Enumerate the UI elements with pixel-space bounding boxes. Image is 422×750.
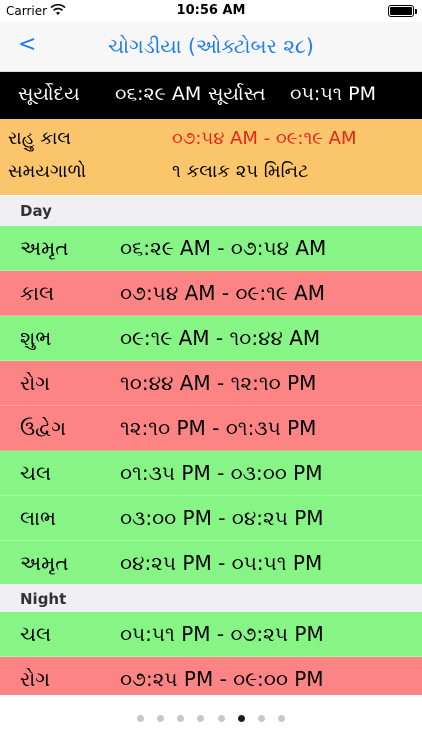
- page-dot[interactable]: [277, 715, 285, 722]
- day-row-4[interactable]: રોગ ૧૦:૪૪ AM - ૧૨:૧૦ PM: [0, 361, 422, 406]
- choghadiya-name: ચલ: [20, 622, 52, 646]
- day-row-3[interactable]: શુભ ૦૯:૧૯ AM - ૧૦:૪૪ AM: [0, 316, 422, 361]
- choghadiya-name: રોગ: [20, 371, 50, 395]
- page-dot[interactable]: [217, 715, 225, 722]
- day-section-header: Day: [0, 196, 422, 226]
- time-range: ૧૦:૪૪ AM - ૧૨:૧૦ PM: [120, 371, 317, 395]
- rahu-kaal-value: ૦૭:૫૪ AM - ૦૯:૧૯ AM: [172, 128, 357, 149]
- day-row-8[interactable]: અમૃત ૦૪:૨૫ PM - ૦૫:૫૧ PM: [0, 541, 422, 586]
- duration-value: ૧ કલાક ૨૫ મિનિટ: [172, 161, 309, 182]
- page-dot[interactable]: [157, 715, 165, 722]
- night-row-1[interactable]: ચલ ૦૫:૫૧ PM - ૦૭:૨૫ PM: [0, 612, 422, 657]
- choghadiya-name: શુભ: [20, 326, 52, 350]
- choghadiya-name: અમૃત: [20, 236, 69, 260]
- page-dots: [0, 707, 422, 726]
- time-range: ૦૭:૫૪ AM - ૦૯:૧૯ AM: [120, 281, 325, 305]
- navigation-bar: < ચોગડીયા (ઓક્ટોબર ૨૮): [0, 22, 422, 72]
- sunrise-time: ૦૬:૨૯ AM: [115, 83, 202, 105]
- choghadiya-name: કાલ: [20, 281, 55, 305]
- status-bar: Carrier 10:56 AM: [0, 0, 422, 22]
- day-header-label: Day: [20, 202, 52, 220]
- rahu-kaal-panel: રાહુ કાલ ૦૭:૫૪ AM - ૦૯:૧૯ AM સમયગાળો ૧ ક…: [0, 119, 422, 195]
- time-range: ૦૪:૨૫ PM - ૦૫:૫૧ PM: [120, 551, 323, 575]
- page-dot[interactable]: [137, 715, 145, 722]
- page-dot[interactable]: [237, 715, 245, 722]
- page-title: ચોગડીયા (ઓક્ટોબર ૨૮): [108, 34, 314, 58]
- battery-icon: [388, 5, 417, 17]
- day-row-2[interactable]: કાલ ૦૭:૫૪ AM - ૦૯:૧૯ AM: [0, 271, 422, 316]
- page-control: [0, 695, 422, 750]
- sunrise-sunset-bar: સૂર્યોદય ૦૬:૨૯ AM સૂર્યાસ્ત ૦૫:૫૧ PM: [0, 72, 422, 119]
- sunrise-label: સૂર્યોદય: [18, 83, 80, 105]
- clock: 10:56 AM: [176, 3, 246, 18]
- day-row-5[interactable]: ઉદ્વેગ ૧૨:૧૦ PM - ૦૧:૩૫ PM: [0, 406, 422, 451]
- choghadiya-name: ઉદ્વેગ: [20, 416, 66, 440]
- time-range: ૦૩:૦૦ PM - ૦૪:૨૫ PM: [120, 506, 324, 530]
- time-range: ૧૨:૧૦ PM - ૦૧:૩૫ PM: [120, 416, 317, 440]
- choghadiya-name: અમૃત: [20, 551, 69, 575]
- time-range: ૦૬:૨૯ AM - ૦૭:૫૪ AM: [120, 236, 327, 260]
- page-dot[interactable]: [257, 715, 265, 722]
- sunset-label: સૂર્યાસ્ત: [208, 83, 266, 105]
- page-dot[interactable]: [177, 715, 185, 722]
- night-section-header: Night: [0, 584, 422, 614]
- time-range: ૦૭:૨૫ PM - ૦૯:૦૦ PM: [120, 667, 324, 691]
- choghadiya-name: લાભ: [20, 506, 57, 530]
- choghadiya-name: રોગ: [20, 667, 50, 691]
- rahu-kaal-label: રાહુ કાલ: [8, 128, 71, 149]
- time-range: ૦૯:૧૯ AM - ૧૦:૪૪ AM: [120, 326, 321, 350]
- day-row-7[interactable]: લાભ ૦૩:૦૦ PM - ૦૪:૨૫ PM: [0, 496, 422, 541]
- page-dot[interactable]: [197, 715, 205, 722]
- choghadiya-name: ચલ: [20, 461, 52, 485]
- day-row-1[interactable]: અમૃત ૦૬:૨૯ AM - ૦૭:૫૪ AM: [0, 226, 422, 271]
- day-row-6[interactable]: ચલ ૦૧:૩૫ PM - ૦૩:૦૦ PM: [0, 451, 422, 496]
- time-range: ૦૫:૫૧ PM - ૦૭:૨૫ PM: [120, 622, 324, 646]
- duration-label: સમયગાળો: [8, 161, 87, 182]
- time-range: ૦૧:૩૫ PM - ૦૩:૦૦ PM: [120, 461, 323, 485]
- sunset-time: ૦૫:૫૧ PM: [290, 83, 377, 105]
- night-header-label: Night: [20, 590, 67, 608]
